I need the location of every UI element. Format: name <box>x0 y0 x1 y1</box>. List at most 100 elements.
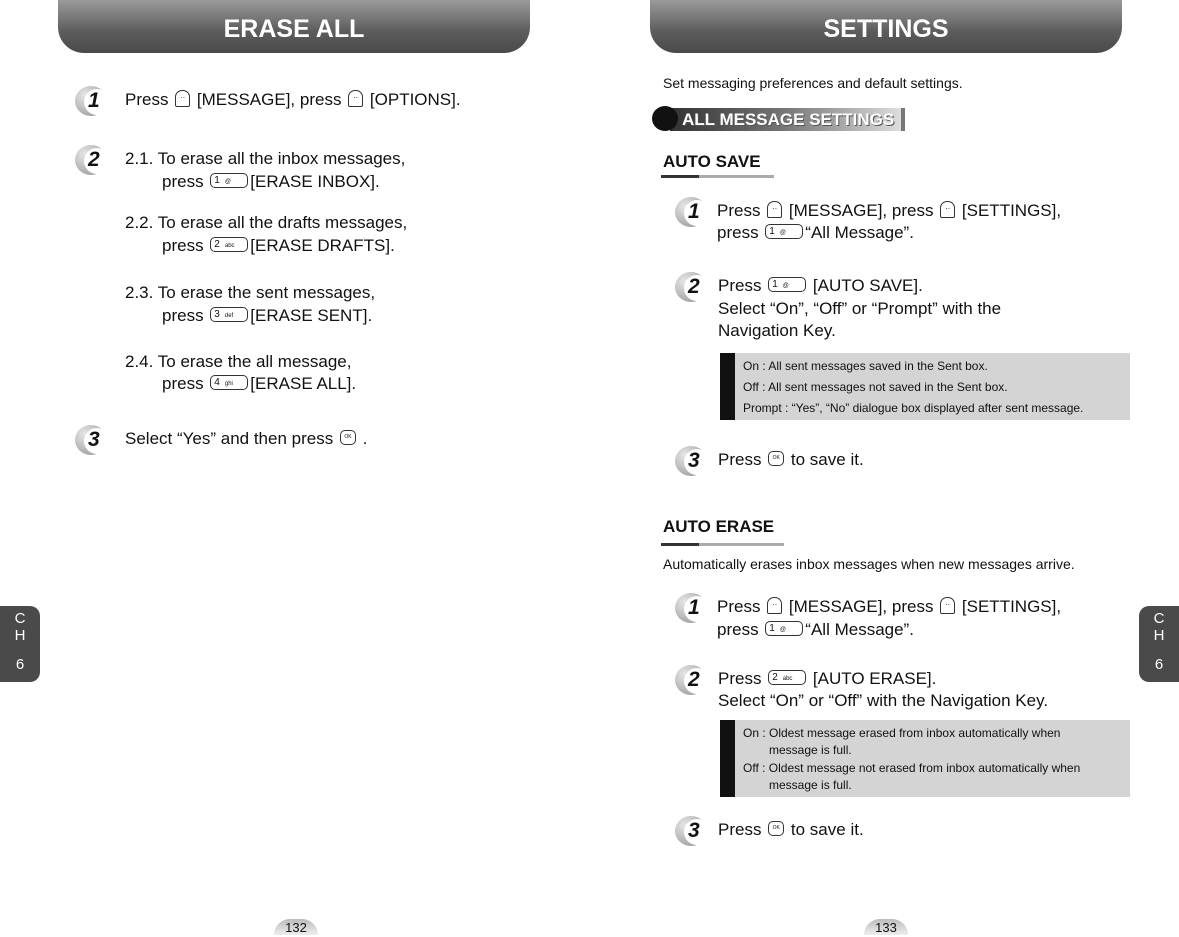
instruction-text: Select “On” or “Off” with the Navigation… <box>718 691 1049 710</box>
instruction-text: [MESSAGE], press <box>784 597 939 616</box>
instruction-text: 2.3. To erase the sent messages, <box>125 283 376 302</box>
key-digit: 1 <box>772 279 778 291</box>
instruction-text: press <box>162 236 209 255</box>
ok-key-icon: OK <box>768 821 785 837</box>
instruction-text: Navigation Key. <box>718 321 836 340</box>
bullet <box>724 384 730 390</box>
key-digit: 3 <box>214 309 220 321</box>
soft-key-icon: ·· <box>767 597 783 615</box>
instruction-text: Press <box>125 90 174 109</box>
soft-key-icon: ·· <box>940 597 956 615</box>
instruction-line: Select “On” or “Off” with the Navigation… <box>718 690 1048 712</box>
instruction-text: Press <box>717 597 766 616</box>
underline <box>661 543 699 546</box>
chapter-number: 6 <box>1154 656 1164 673</box>
instruction-line: Press OK to save it. <box>718 819 864 841</box>
step-digit: 1 <box>688 596 700 619</box>
number-key-icon: 1 @ <box>765 224 804 240</box>
heading-auto-erase: AUTO ERASE <box>663 517 775 536</box>
step-digit: 2 <box>88 148 100 171</box>
instruction-text: press <box>717 620 764 639</box>
instruction-text: “All Message”. <box>805 620 914 639</box>
heading-auto-save: AUTO SAVE <box>663 152 761 171</box>
instruction-text: [ERASE ALL]. <box>250 374 357 393</box>
key-letters: ghi <box>224 381 233 388</box>
page-number-right: 133 <box>864 919 908 935</box>
banner-text: ALL MESSAGE SETTINGS <box>682 110 895 129</box>
instruction-line: 2.4. To erase the all message, <box>125 351 352 373</box>
step-digit: 2 <box>688 275 700 298</box>
step-digit: 2 <box>688 668 700 691</box>
step-number: 3 <box>75 425 115 455</box>
chapter-letter: H <box>1153 627 1165 644</box>
instruction-text: [ERASE SENT]. <box>250 306 373 325</box>
note-text: Prompt : “Yes”, “No” dialogue box displa… <box>743 401 1084 415</box>
soft-key-icon: ·· <box>175 90 191 108</box>
key-letters: abc <box>782 676 793 683</box>
chapter-number: 6 <box>15 656 25 673</box>
instruction-text: Press <box>718 669 767 688</box>
chapter-tab-left: C H 6 <box>0 606 40 682</box>
note-text: Off : All sent messages not saved in the… <box>743 380 1008 394</box>
chapter-letter: C <box>14 610 26 627</box>
note-text: On : All sent messages saved in the Sent… <box>743 359 988 373</box>
instruction-text: 2.2. To erase all the drafts messages, <box>125 213 408 232</box>
instruction-text: 2.1. To erase all the inbox messages, <box>125 149 406 168</box>
instruction-line: press 1 @ [ERASE INBOX]. <box>162 171 380 193</box>
key-digit: 2 <box>772 672 778 684</box>
bullet <box>724 730 730 736</box>
instruction-line: 2.2. To erase all the drafts messages, <box>125 212 407 234</box>
step-number: 2 <box>675 272 715 302</box>
underline <box>661 175 699 178</box>
key-digit: 1 <box>769 226 775 238</box>
number-key-icon: 4 ghi <box>210 375 249 391</box>
instruction-line: press 1 @ “All Message”. <box>717 222 914 244</box>
key-letters: abc <box>224 243 235 250</box>
instruction-text: press <box>162 306 209 325</box>
bullet <box>724 363 730 369</box>
number-key-icon: 1 @ <box>210 173 249 189</box>
number-key-icon: 2 abc <box>768 670 807 686</box>
instruction-text: [OPTIONS]. <box>365 90 461 109</box>
instruction-line: Press ·· [MESSAGE], press ·· [OPTIONS]. <box>125 89 461 111</box>
page-number-left: 132 <box>274 919 318 935</box>
page-title-left: ERASE ALL <box>58 0 530 53</box>
instruction-text: . <box>357 429 368 448</box>
instruction-text: press <box>162 374 209 393</box>
note-text: message is full. <box>769 743 852 757</box>
instruction-text: to save it. <box>786 820 864 839</box>
number-key-icon: 1 @ <box>768 277 807 293</box>
bullet <box>724 765 730 771</box>
instruction-text: [AUTO ERASE]. <box>808 669 937 688</box>
number-key-icon: 3 def <box>210 307 249 323</box>
instruction-line: Press OK to save it. <box>718 449 864 471</box>
step-number: 1 <box>75 86 115 116</box>
key-letters: @ <box>782 283 789 290</box>
step-digit: 3 <box>88 428 100 451</box>
note-text: On : Oldest message erased from inbox au… <box>743 726 1061 740</box>
page-title-right: SETTINGS <box>650 0 1122 53</box>
step-number: 3 <box>675 816 715 846</box>
banner-dot <box>652 106 678 131</box>
note-text: Off : Oldest message not erased from inb… <box>743 761 1081 775</box>
instruction-line: press 1 @ “All Message”. <box>717 619 914 641</box>
step-digit: 1 <box>688 200 700 223</box>
instruction-line: Press 2 abc [AUTO ERASE]. <box>718 668 936 690</box>
soft-key-icon: ·· <box>348 90 364 108</box>
number-key-icon: 1 @ <box>765 621 804 637</box>
ok-key-icon: OK <box>768 451 785 467</box>
bullet <box>724 405 730 411</box>
instruction-line: Press ·· [MESSAGE], press ·· [SETTINGS], <box>717 596 1061 618</box>
chapter-letter: C <box>1153 610 1165 627</box>
step-digit: 1 <box>88 89 100 112</box>
instruction-text: [MESSAGE], press <box>192 90 347 109</box>
instruction-line: 2.3. To erase the sent messages, <box>125 282 375 304</box>
instruction-text: to save it. <box>786 450 864 469</box>
instruction-text: Select “On”, “Off” or “Prompt” with the <box>718 299 1002 318</box>
key-digit: 2 <box>214 239 220 251</box>
instruction-text: [ERASE DRAFTS]. <box>250 236 395 255</box>
instruction-text: 2.4. To erase the all message, <box>125 352 352 371</box>
instruction-line: 2.1. To erase all the inbox messages, <box>125 148 405 170</box>
instruction-text: [SETTINGS], <box>957 597 1062 616</box>
ok-key-icon: OK <box>339 430 356 446</box>
